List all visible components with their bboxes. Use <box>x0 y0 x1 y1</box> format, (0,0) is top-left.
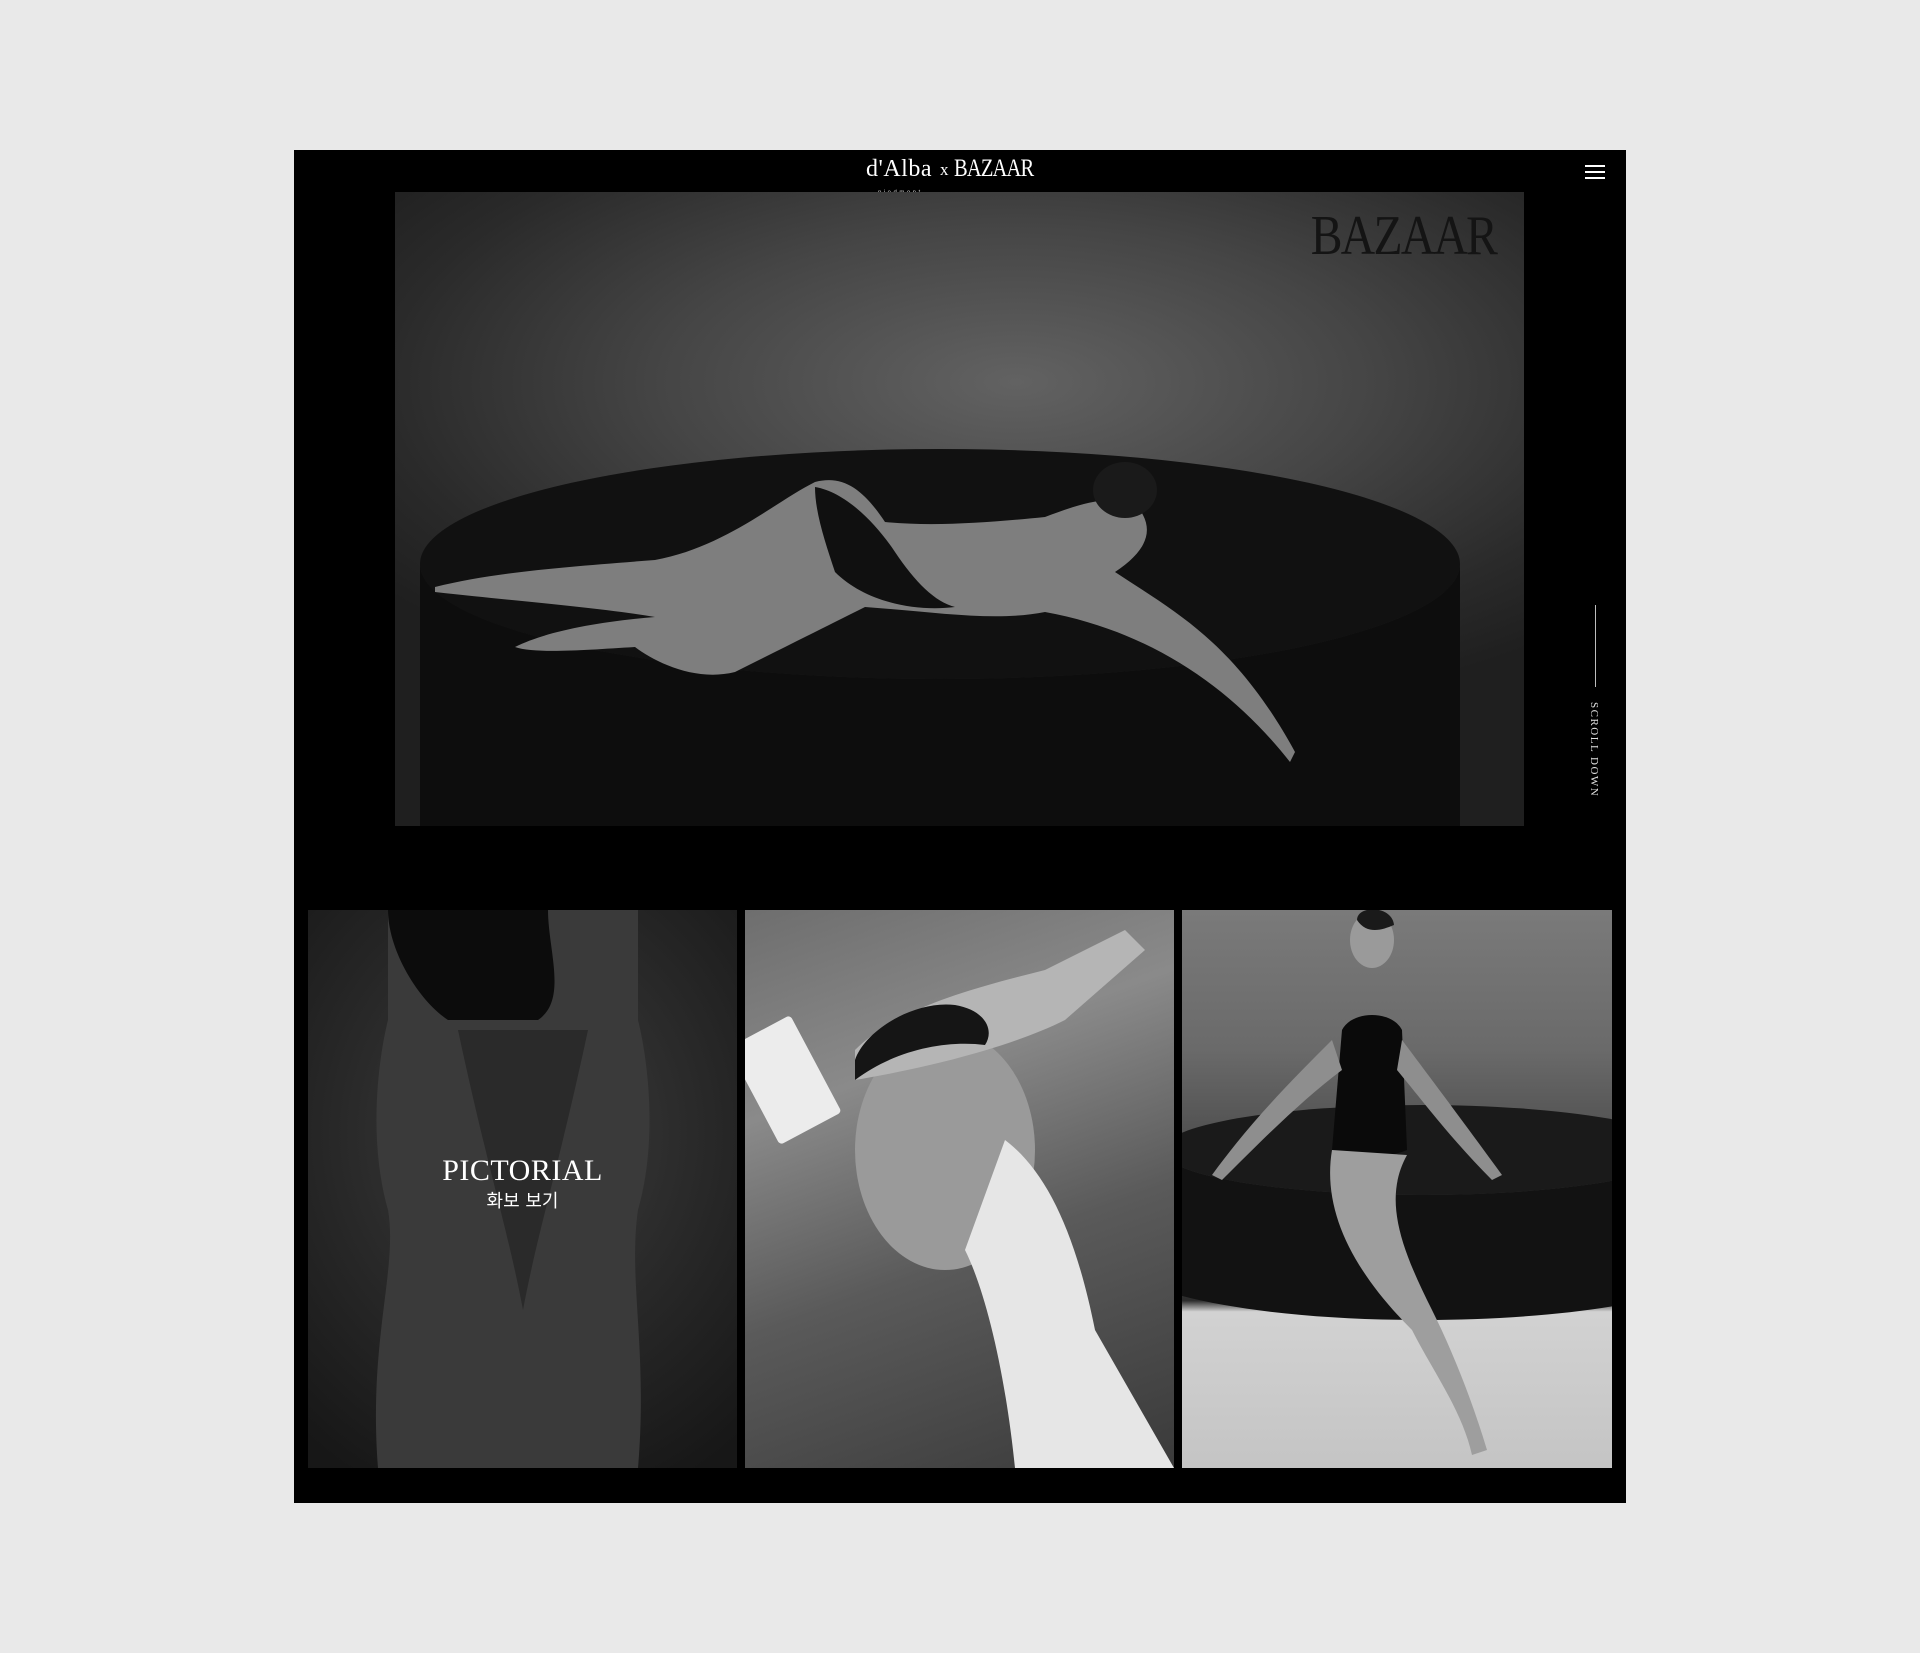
seated-photo-illustration <box>1182 910 1612 1455</box>
menu-line <box>1585 165 1605 167</box>
site-header: d'Alba piedmont x BAZAAR <box>294 150 1626 196</box>
pictorial-title: PICTORIAL <box>442 1154 603 1187</box>
hero-watermark: BAZAAR <box>1310 205 1498 267</box>
menu-line <box>1585 177 1605 179</box>
portrait-photo-illustration <box>745 930 1174 1468</box>
seated-outfit <box>1332 1015 1407 1158</box>
portrait-white-top <box>965 1140 1174 1468</box>
brand-logo[interactable]: d'Alba piedmont x BAZAAR <box>866 155 1051 196</box>
scroll-down-label[interactable]: SCROLL DOWN <box>1588 702 1600 797</box>
menu-line <box>1585 171 1605 173</box>
website-screen: d'Alba piedmont x BAZAAR BAZAAR SCROLL D… <box>294 150 1626 1503</box>
hero-figure-hair <box>1093 462 1157 518</box>
gallery-tile-portrait <box>745 910 1174 1468</box>
hero-photo-illustration <box>420 449 1460 826</box>
logo-separator: x <box>939 160 949 179</box>
logo-bazaar: BAZAAR <box>954 155 1034 182</box>
portrait-product-tube <box>745 1016 841 1144</box>
pictorial-link[interactable]: PICTORIAL 화보 보기 <box>308 1154 737 1216</box>
gallery-tile-pictorial[interactable]: PICTORIAL 화보 보기 <box>308 910 737 1468</box>
scroll-indicator-line <box>1595 605 1596 687</box>
logo-dalba: d'Alba piedmont <box>866 156 932 196</box>
hero-image: BAZAAR <box>395 192 1524 826</box>
pictorial-subtitle: 화보 보기 <box>486 1191 559 1212</box>
gallery-tile-seated <box>1182 910 1612 1468</box>
hamburger-menu-icon[interactable] <box>1585 164 1605 180</box>
logo-dalba-text: d'Alba <box>866 156 932 182</box>
